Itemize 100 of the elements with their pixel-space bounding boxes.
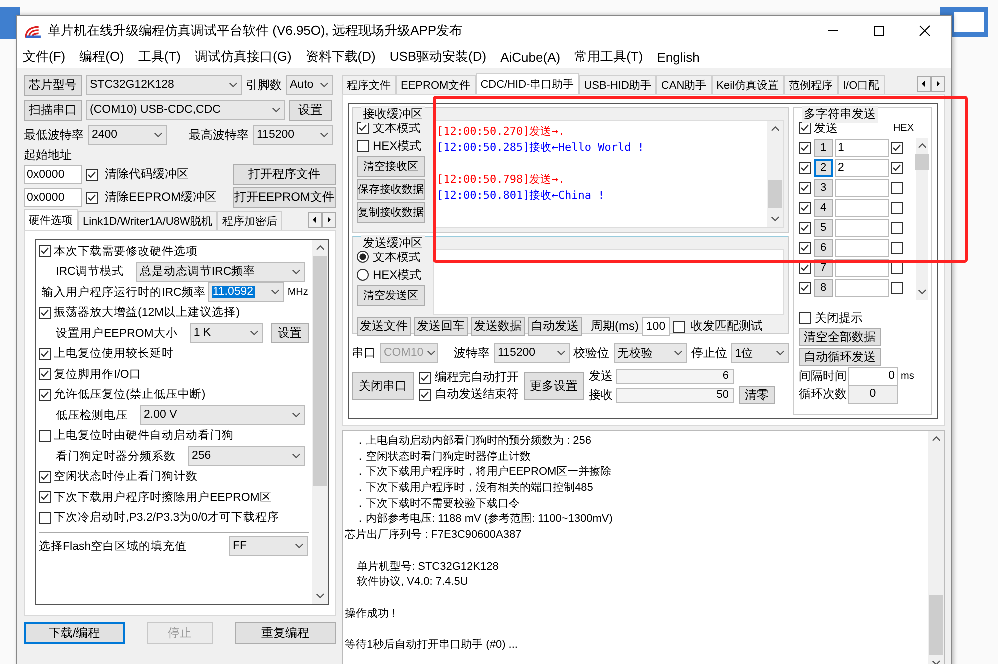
checkbox[interactable]: [39, 348, 51, 360]
scroll-up-icon[interactable]: [918, 143, 926, 149]
checkbox[interactable]: [39, 245, 51, 258]
scrollbar[interactable]: [916, 138, 928, 300]
maximize-icon[interactable]: [873, 25, 885, 37]
option-dropdown[interactable]: 总是动态调节IRC频率: [136, 262, 305, 282]
menu-item[interactable]: 编程(O): [80, 48, 124, 66]
min-baud-dropdown[interactable]: 2400: [88, 125, 167, 145]
tab[interactable]: I/O口配: [838, 75, 885, 94]
menu-item[interactable]: 常用工具(T): [574, 48, 644, 66]
string-field[interactable]: 1: [835, 139, 889, 157]
checkbox[interactable]: [673, 320, 685, 332]
receive-text-area[interactable]: [12:00:50.270]发送→. [12:00:50.285]接收←Hello World ! [12:00:50.798]发送→. [12:00:50.801]接收←China !: [433, 120, 784, 228]
option-dropdown[interactable]: 2.00 V: [140, 405, 305, 426]
tab[interactable]: Keil仿真设置: [712, 75, 784, 94]
chip-model-button[interactable]: 芯片型号: [24, 74, 82, 96]
menu-item[interactable]: AiCube(A): [500, 50, 561, 64]
scan-port-button[interactable]: 扫描串口: [24, 100, 82, 120]
checkbox[interactable]: [799, 122, 811, 134]
scroll-left-icon[interactable]: [308, 212, 322, 228]
tab[interactable]: 程序加密后: [217, 211, 282, 230]
checkbox[interactable]: [419, 372, 431, 384]
scroll-up-icon[interactable]: [770, 126, 780, 132]
menu-item[interactable]: 调试仿真接口(G): [195, 48, 292, 66]
port-dropdown[interactable]: (COM10) USB-CDC,CDC: [86, 100, 285, 120]
checkbox[interactable]: [891, 222, 903, 234]
checkbox[interactable]: [39, 388, 51, 401]
checkbox[interactable]: [39, 430, 51, 442]
reset-button[interactable]: 清零: [739, 386, 775, 404]
send-string-button[interactable]: 8: [814, 279, 833, 297]
tab[interactable]: 程序文件: [342, 75, 396, 94]
tab[interactable]: USB-HID助手: [579, 75, 656, 94]
scroll-down-icon[interactable]: [770, 216, 780, 222]
tab[interactable]: CAN助手: [656, 75, 712, 94]
scrollbar[interactable]: [928, 431, 944, 664]
checkbox[interactable]: [357, 122, 369, 134]
checkbox[interactable]: [891, 242, 903, 254]
radio-button[interactable]: [357, 251, 369, 263]
send-text-area[interactable]: [433, 249, 784, 315]
checkbox[interactable]: [799, 162, 811, 174]
pin-count-dropdown[interactable]: Auto: [286, 75, 333, 95]
scrollbar-thumb[interactable]: [915, 154, 929, 170]
checkbox[interactable]: [799, 282, 811, 294]
scroll-down-icon[interactable]: [918, 289, 926, 295]
tab[interactable]: Link1D/Writer1A/U8W脱机: [78, 211, 218, 230]
scroll-left-icon[interactable]: [917, 76, 931, 92]
checkbox[interactable]: [86, 192, 98, 204]
action-button[interactable]: 重复编程: [235, 622, 336, 644]
checkbox[interactable]: [891, 182, 903, 194]
clear-send-button[interactable]: 清空发送区: [357, 285, 425, 306]
menu-item[interactable]: USB驱动安装(D): [390, 48, 487, 66]
send-string-button[interactable]: 2: [814, 159, 833, 177]
option-dropdown[interactable]: 1 K: [190, 323, 263, 344]
checkbox[interactable]: [891, 262, 903, 274]
clear-all-button[interactable]: 清空全部数据: [799, 328, 881, 346]
frequency-dropdown[interactable]: 11.0592: [208, 282, 284, 302]
scrollbar-thumb[interactable]: [929, 595, 943, 655]
scroll-right-icon[interactable]: [931, 76, 945, 92]
tab[interactable]: 范例程序: [784, 75, 838, 94]
checkbox[interactable]: [39, 491, 51, 504]
send-string-button[interactable]: 6: [814, 239, 833, 257]
send-string-button[interactable]: 1: [814, 139, 833, 157]
baud-dropdown[interactable]: 115200: [494, 343, 570, 363]
send-string-button[interactable]: 4: [814, 199, 833, 217]
receive-action-button[interactable]: 复制接收数据: [357, 202, 425, 223]
checkbox[interactable]: [891, 282, 903, 294]
checkbox[interactable]: [799, 222, 811, 234]
checkbox[interactable]: [39, 306, 51, 319]
checkbox[interactable]: [419, 388, 431, 400]
scrollbar[interactable]: [767, 121, 783, 227]
scroll-down-icon[interactable]: [316, 593, 324, 599]
scrollbar[interactable]: [312, 240, 328, 604]
scrollbar-thumb[interactable]: [768, 180, 782, 208]
send-action-button[interactable]: 发送回车: [414, 317, 468, 336]
scroll-right-icon[interactable]: [322, 212, 336, 228]
checkbox[interactable]: [39, 512, 51, 524]
receive-action-button[interactable]: 保存接收数据: [357, 179, 425, 200]
string-field[interactable]: [835, 179, 889, 197]
address-field[interactable]: 0x0000: [24, 165, 82, 184]
tab[interactable]: EEPROM文件: [396, 75, 476, 94]
send-action-button[interactable]: 发送文件: [357, 317, 411, 336]
radio-button[interactable]: [357, 269, 369, 281]
checkbox[interactable]: [799, 312, 811, 324]
checkbox[interactable]: [39, 368, 51, 380]
tab[interactable]: CDC/HID-串口助手: [476, 73, 580, 94]
checkbox[interactable]: [86, 168, 98, 180]
settings-button[interactable]: 设置: [271, 323, 309, 344]
checkbox[interactable]: [891, 142, 903, 154]
tab[interactable]: 硬件选项: [24, 209, 78, 230]
action-button[interactable]: 下载/编程: [24, 622, 125, 644]
checkbox[interactable]: [799, 262, 811, 274]
checkbox[interactable]: [799, 182, 811, 194]
fill-value-dropdown[interactable]: FF: [229, 536, 308, 556]
checkbox[interactable]: [891, 202, 903, 214]
auto-loop-button[interactable]: 自动循环发送: [799, 348, 881, 366]
menu-item[interactable]: 文件(F): [23, 48, 66, 66]
checkbox[interactable]: [39, 470, 51, 483]
port-settings-button[interactable]: 设置: [289, 100, 332, 120]
send-string-button[interactable]: 3: [814, 179, 833, 197]
menu-item[interactable]: 资料下载(D): [306, 48, 376, 66]
